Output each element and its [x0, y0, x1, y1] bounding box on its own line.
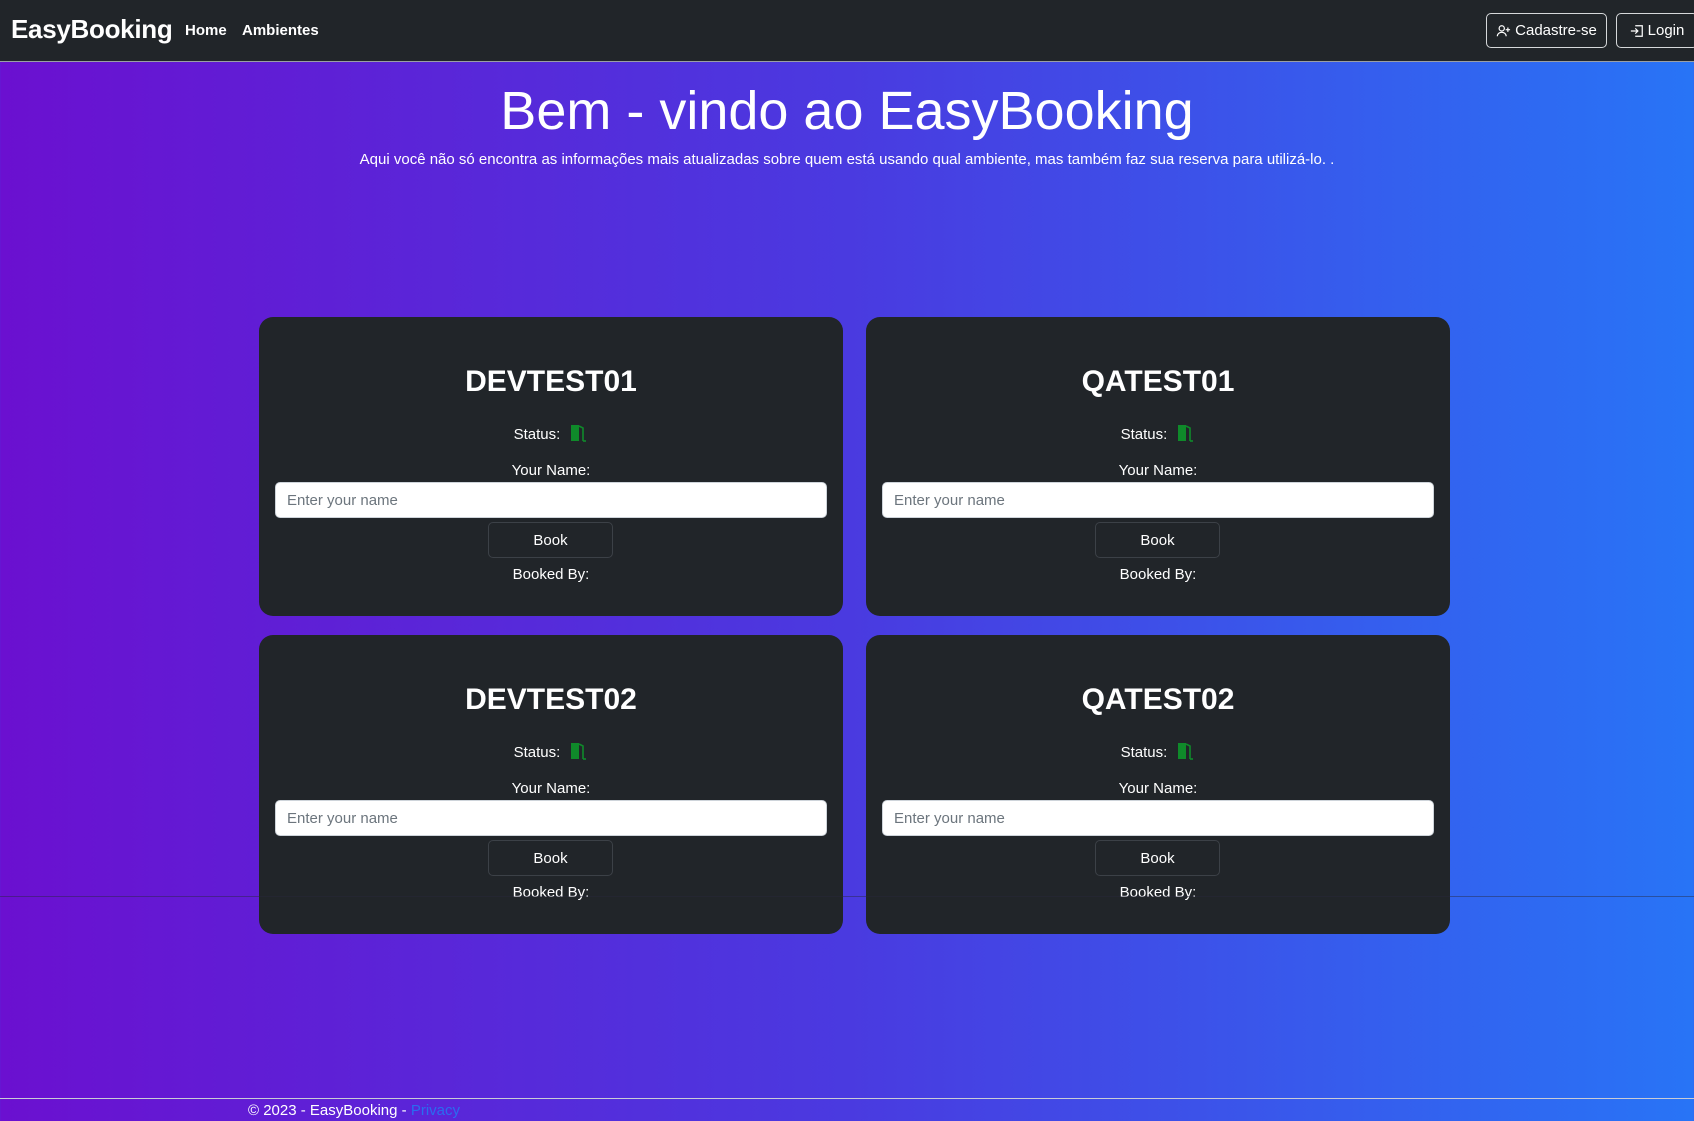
booked-by-label: Booked By: [512, 566, 590, 583]
environment-name: DEVTEST01 [465, 365, 637, 398]
signup-label: Cadastre-se [1515, 22, 1597, 39]
environment-card-qatest01: QATEST01 Status: Your Name: Book Booked … [866, 317, 1450, 616]
login-label: Login [1647, 22, 1685, 39]
status-label: Status: [513, 744, 561, 761]
status-row: Status: [259, 742, 843, 764]
login-button[interactable]: Login [1616, 13, 1694, 48]
environment-name: QATEST02 [1081, 683, 1235, 716]
name-input[interactable] [882, 800, 1434, 836]
page-subtitle: Aqui você não só encontra as informações… [359, 151, 1335, 168]
environment-card-devtest01: DEVTEST01 Status: Your Name: Book Booked… [259, 317, 843, 616]
signup-button[interactable]: Cadastre-se [1486, 13, 1607, 48]
book-button[interactable]: Book [1095, 840, 1220, 876]
status-label: Status: [1120, 426, 1168, 443]
brand-logo[interactable]: EasyBooking [11, 14, 173, 45]
status-label: Status: [1120, 744, 1168, 761]
booked-by-label: Booked By: [512, 884, 590, 901]
nav-link-ambientes[interactable]: Ambientes [242, 22, 319, 39]
footer-divider [0, 1098, 1694, 1099]
door-open-icon [1175, 742, 1195, 764]
copyright-text: © 2023 - EasyBooking - [248, 1102, 411, 1119]
book-button[interactable]: Book [488, 840, 613, 876]
status-row: Status: [866, 742, 1450, 764]
name-input[interactable] [275, 482, 827, 518]
book-button[interactable]: Book [488, 522, 613, 558]
booked-by-label: Booked By: [1119, 884, 1197, 901]
status-row: Status: [259, 424, 843, 446]
content-divider [0, 896, 1694, 897]
door-open-icon [568, 424, 588, 446]
booked-by-label: Booked By: [1119, 566, 1197, 583]
your-name-label: Your Name: [1118, 780, 1198, 797]
page-title: Bem - vindo ao EasyBooking [500, 81, 1194, 141]
status-label: Status: [513, 426, 561, 443]
person-plus-icon [1496, 24, 1511, 38]
environment-card-qatest02: QATEST02 Status: Your Name: Book Booked … [866, 635, 1450, 934]
privacy-link[interactable]: Privacy [411, 1102, 460, 1119]
status-row: Status: [866, 424, 1450, 446]
environment-name: DEVTEST02 [465, 683, 637, 716]
environment-name: QATEST01 [1081, 365, 1235, 398]
footer: © 2023 - EasyBooking - Privacy [248, 1102, 460, 1119]
nav-link-home[interactable]: Home [185, 22, 227, 39]
door-open-icon [1175, 424, 1195, 446]
book-button[interactable]: Book [1095, 522, 1220, 558]
environment-card-devtest02: DEVTEST02 Status: Your Name: Book Booked… [259, 635, 843, 934]
your-name-label: Your Name: [511, 462, 591, 479]
name-input[interactable] [275, 800, 827, 836]
name-input[interactable] [882, 482, 1434, 518]
door-open-icon [568, 742, 588, 764]
box-arrow-in-icon [1630, 24, 1644, 38]
top-navbar: EasyBooking Home Ambientes Cadastre-se L… [0, 0, 1694, 62]
your-name-label: Your Name: [511, 780, 591, 797]
your-name-label: Your Name: [1118, 462, 1198, 479]
